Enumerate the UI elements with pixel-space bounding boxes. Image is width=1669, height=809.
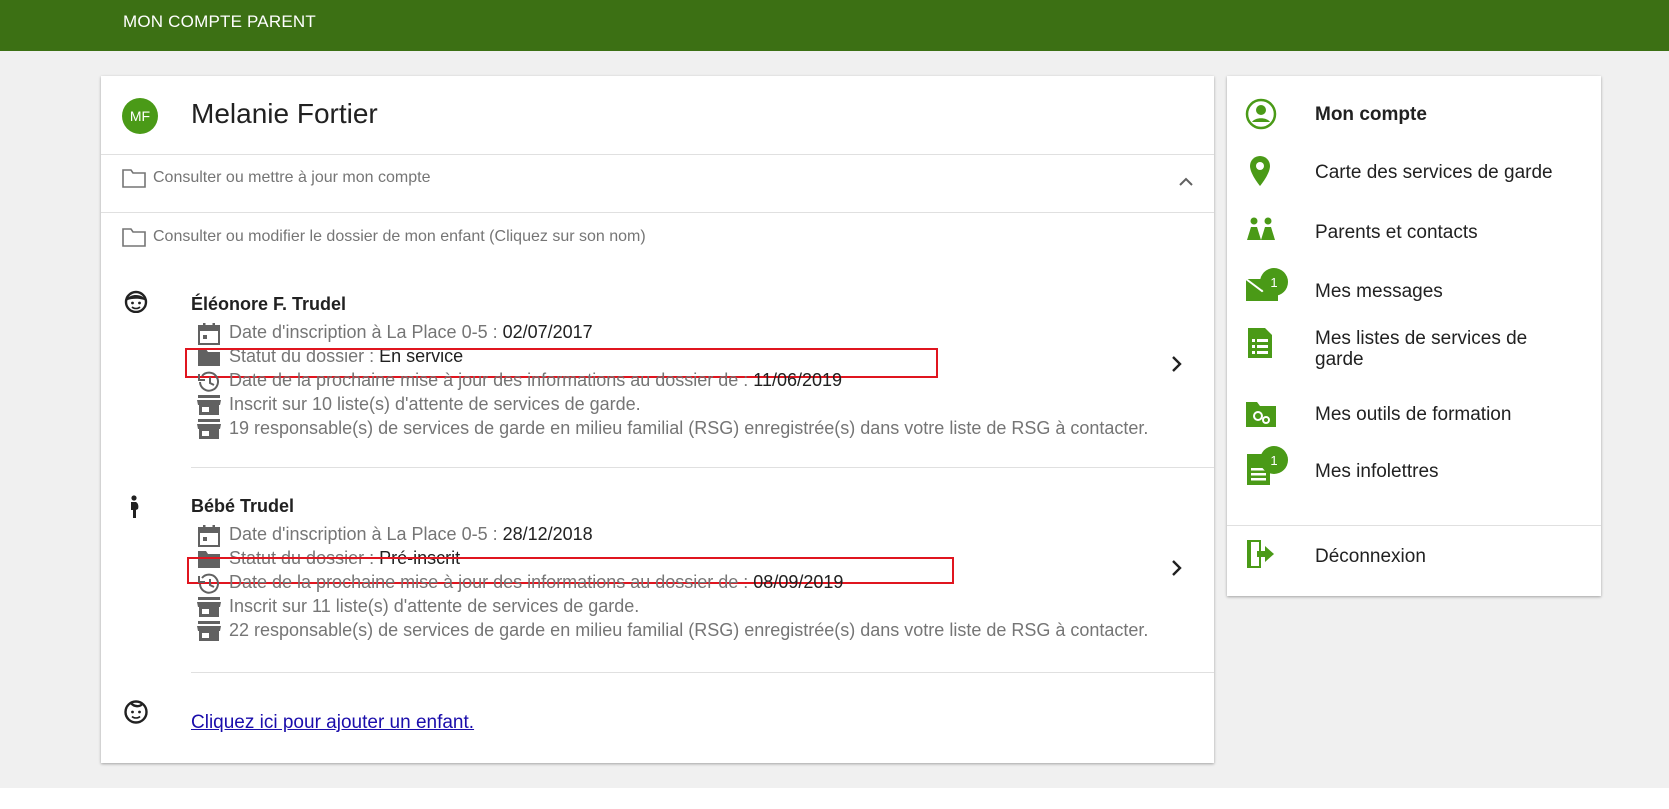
waitlist-row: Inscrit sur 11 liste(s) d'attente de ser… [197, 596, 1157, 617]
children-section-header: Consulter ou modifier le dossier de mon … [122, 227, 646, 247]
map-pin-icon [1250, 156, 1270, 186]
sidebar-item-label: Mes listes de services de garde [1315, 328, 1528, 370]
sidebar-item-label: Mes outils de formation [1315, 404, 1512, 425]
account-card: MF Melanie Fortier Consulter ou mettre à… [101, 76, 1214, 763]
account-section-label: Consulter ou mettre à jour mon compte [153, 169, 431, 186]
divider [101, 212, 1214, 213]
rsg-text: 19 responsable(s) de services de garde e… [229, 418, 1149, 438]
sidebar-item-label: Mes infolettres [1315, 461, 1439, 482]
child-name-link[interactable]: Éléonore F. Trudel [191, 294, 346, 315]
sidebar-item-parents[interactable]: Parents et contacts [1227, 212, 1601, 252]
store-icon [197, 395, 221, 415]
waitlist-row: Inscrit sur 10 liste(s) d'attente de ser… [197, 394, 1157, 415]
logout-icon [1247, 540, 1274, 568]
registration-label: Date d'inscription à La Place 0-5 : [229, 524, 503, 544]
calendar-icon [198, 525, 220, 547]
update-row: Date de la prochaine mise à jour des inf… [197, 572, 1157, 595]
store-icon [197, 597, 221, 617]
divider [191, 672, 1214, 673]
divider [191, 467, 1214, 468]
sidebar-item-label: Parents et contacts [1315, 222, 1478, 243]
training-folder-icon [1246, 402, 1276, 427]
baby-face-icon [124, 700, 148, 724]
sidebar-item-messages[interactable]: 1 Mes messages [1227, 268, 1601, 312]
account-circle-icon [1245, 98, 1277, 130]
sidebar-item-label: Mon compte [1315, 104, 1427, 125]
chevron-up-icon[interactable] [1178, 176, 1194, 186]
chevron-right-icon[interactable] [1170, 559, 1182, 577]
pregnant-icon [131, 495, 139, 518]
sidebar-item-label: Déconnexion [1315, 546, 1426, 567]
waitlist-text: Inscrit sur 11 liste(s) d'attente de ser… [229, 596, 640, 616]
chevron-right-icon[interactable] [1170, 355, 1182, 373]
sidebar-item-formation[interactable]: Mes outils de formation [1227, 394, 1601, 434]
registration-date: 02/07/2017 [502, 322, 593, 342]
account-section-toggle[interactable]: Consulter ou mettre à jour mon compte [122, 168, 430, 188]
registration-date: 28/12/2018 [502, 524, 593, 544]
avatar: MF [122, 98, 158, 134]
registration-row: Date d'inscription à La Place 0-5 : 02/0… [197, 322, 1157, 345]
sidebar-item-infolettres[interactable]: 1 Mes infolettres [1227, 446, 1601, 492]
waitlist-text: Inscrit sur 10 liste(s) d'attente de ser… [229, 394, 641, 414]
store-icon [197, 419, 221, 439]
newsletters-count-badge: 1 [1260, 446, 1288, 474]
registration-row: Date d'inscription à La Place 0-5 : 28/1… [197, 524, 1157, 547]
add-child-link[interactable]: Cliquez ici pour ajouter un enfant. [191, 712, 474, 734]
folder-icon [122, 228, 146, 247]
sidebar-item-carte[interactable]: Carte des services de garde [1227, 152, 1601, 192]
update-date: 08/09/2019 [753, 572, 844, 592]
calendar-icon [198, 323, 220, 345]
parent-name: Melanie Fortier [191, 98, 378, 129]
sidebar-item-label: Carte des services de garde [1315, 162, 1553, 183]
update-label: Date de la prochaine mise à jour des inf… [229, 370, 754, 390]
top-bar: MON COMPTE PARENT [0, 0, 1669, 51]
rsg-row: 22 responsable(s) de services de garde e… [197, 620, 1157, 641]
store-icon [197, 621, 221, 641]
update-date: 11/06/2019 [753, 370, 843, 390]
sidebar-menu: Mon compte Carte des services de garde P… [1227, 76, 1601, 596]
history-icon [198, 371, 219, 392]
messages-count-badge: 1 [1260, 268, 1288, 296]
people-icon [1247, 217, 1275, 240]
child-name-link[interactable]: Bébé Trudel [191, 496, 294, 517]
divider [101, 154, 1214, 155]
sidebar-item-listes[interactable]: Mes listes de services de garde [1227, 324, 1601, 372]
children-section-label: Consulter ou modifier le dossier de mon … [153, 228, 646, 245]
list-icon [1248, 328, 1272, 358]
registration-label: Date d'inscription à La Place 0-5 : [229, 322, 503, 342]
rsg-text: 22 responsable(s) de services de garde e… [229, 620, 1149, 640]
sidebar-item-deconnexion[interactable]: Déconnexion [1227, 536, 1601, 576]
folder-icon [122, 169, 146, 188]
divider [1227, 525, 1601, 526]
girl-face-icon [124, 290, 148, 313]
app-title: MON COMPTE PARENT [123, 12, 316, 31]
sidebar-item-mon-compte[interactable]: Mon compte [1227, 94, 1601, 134]
update-row: Date de la prochaine mise à jour des inf… [197, 370, 1157, 393]
update-label: Date de la prochaine mise à jour des inf… [229, 572, 754, 592]
history-icon [198, 573, 219, 594]
rsg-row: 19 responsable(s) de services de garde e… [197, 418, 1157, 439]
sidebar-item-label: Mes messages [1315, 281, 1443, 302]
